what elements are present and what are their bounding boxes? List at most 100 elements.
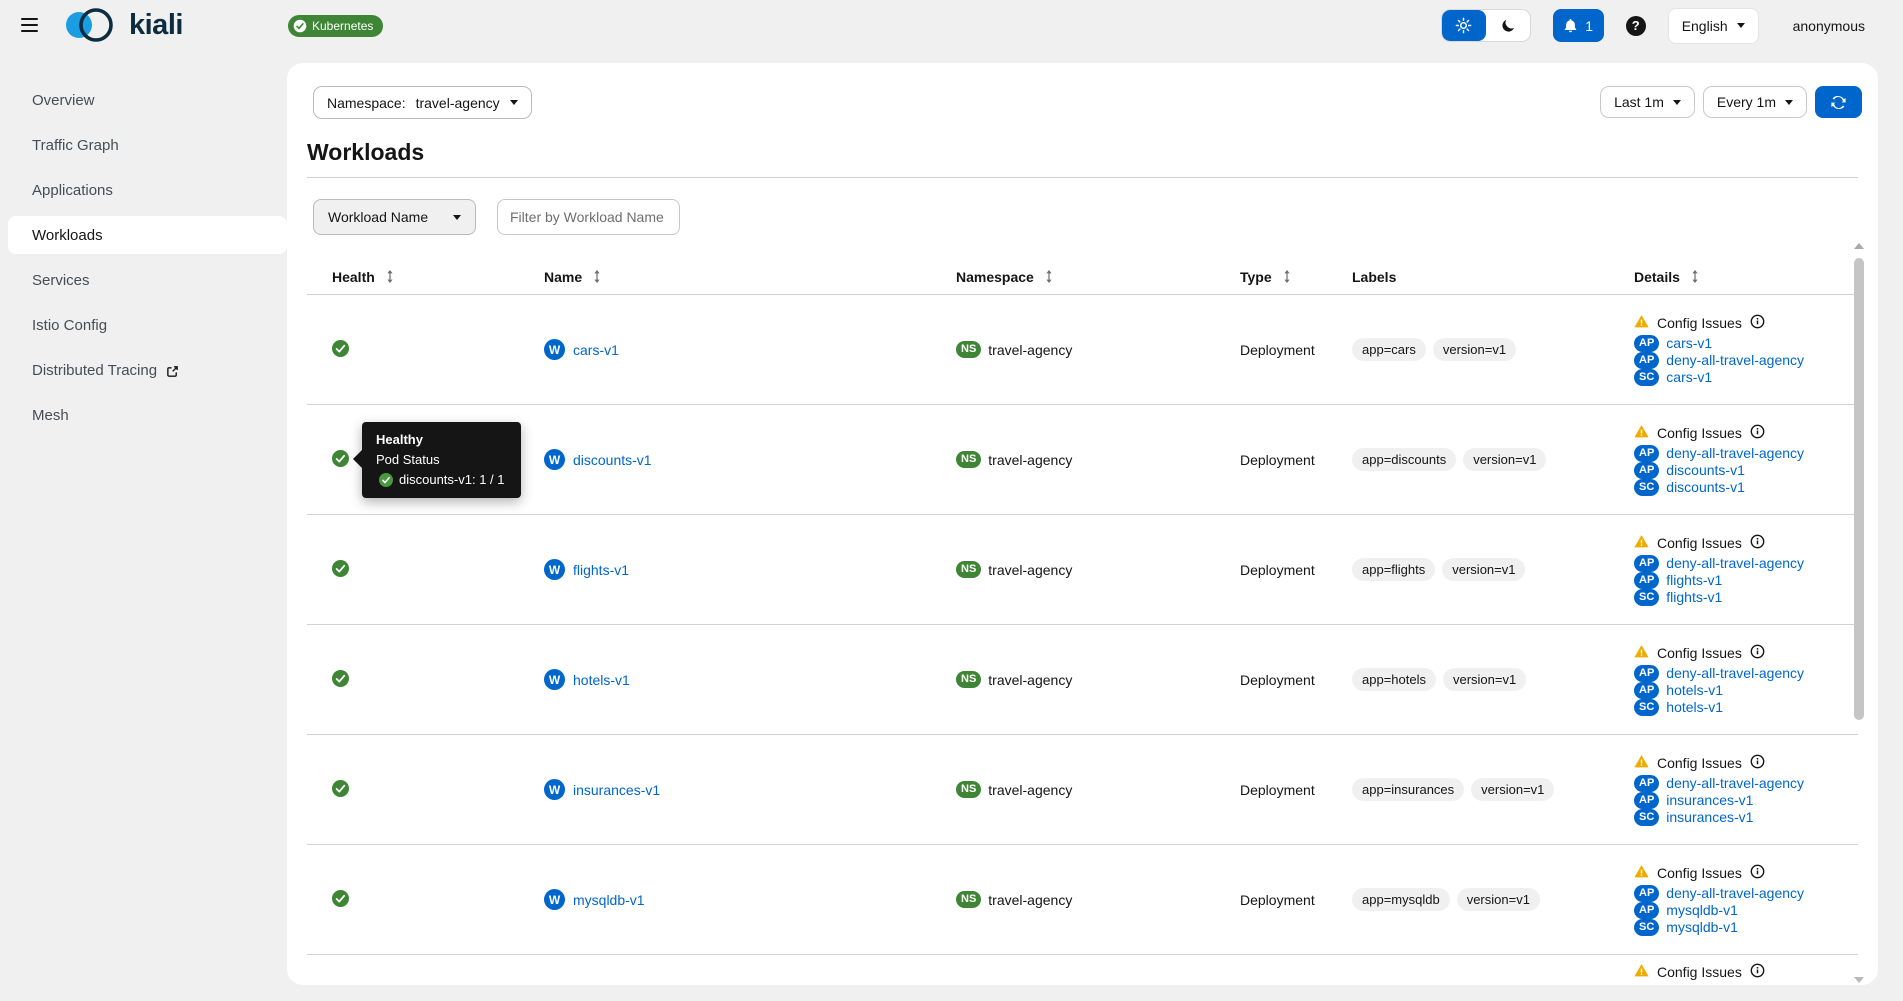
sidebar-item-services[interactable]: Services (8, 261, 287, 299)
config-issues: Config Issues (1634, 754, 1765, 772)
refresh-button[interactable] (1815, 86, 1862, 118)
column-header-name[interactable]: Name (544, 269, 956, 285)
time-range-value: Last 1m (1614, 94, 1664, 110)
info-icon[interactable] (1750, 644, 1765, 662)
sort-icon[interactable] (1045, 270, 1053, 283)
info-icon[interactable] (1750, 754, 1765, 772)
info-icon[interactable] (1750, 424, 1765, 442)
workload-link[interactable]: mysqldb-v1 (573, 892, 645, 908)
istio-object-link[interactable]: mysqldb-v1 (1666, 919, 1738, 935)
istio-object-link[interactable]: flights-v1 (1666, 572, 1722, 588)
sort-icon[interactable] (1691, 270, 1699, 283)
hamburger-menu-icon[interactable] (21, 18, 38, 32)
istio-object-link[interactable]: deny-all-travel-agency (1666, 445, 1804, 461)
time-range-select[interactable]: Last 1m (1600, 86, 1695, 118)
notifications-count: 1 (1585, 18, 1593, 34)
column-header-health[interactable]: Health (307, 269, 544, 285)
sidebar-item-distributed-tracing[interactable]: Distributed Tracing (8, 351, 287, 389)
info-icon[interactable] (1750, 314, 1765, 332)
healthy-icon[interactable] (332, 670, 349, 690)
refresh-interval-select[interactable]: Every 1m (1703, 86, 1807, 118)
tooltip-subtitle: Pod Status (376, 452, 505, 467)
istio-object-link[interactable]: hotels-v1 (1666, 699, 1723, 715)
istio-object-link[interactable]: mysqldb-v1 (1666, 902, 1738, 918)
istio-object-link[interactable]: cars-v1 (1666, 369, 1712, 385)
label-pill: app=insurances (1352, 778, 1464, 801)
workload-link[interactable]: insurances-v1 (573, 782, 660, 798)
healthy-icon[interactable] (332, 340, 349, 360)
istio-object-link[interactable]: deny-all-travel-agency (1666, 885, 1804, 901)
column-header-details[interactable]: Details (1634, 269, 1858, 285)
sort-icon[interactable] (386, 270, 394, 283)
sort-icon[interactable] (593, 270, 601, 283)
sidebar-item-overview[interactable]: Overview (8, 81, 287, 119)
light-theme-button[interactable] (1442, 10, 1486, 41)
sidebar-item-istio-config[interactable]: Istio Config (8, 306, 287, 344)
help-button[interactable]: ? (1626, 16, 1646, 36)
workload-link[interactable]: hotels-v1 (573, 672, 630, 688)
notifications-button[interactable]: 1 (1553, 9, 1604, 42)
name-cell: W flights-v1 (544, 559, 956, 580)
healthy-icon[interactable] (332, 560, 349, 580)
sidebar-item-workloads[interactable]: Workloads (8, 216, 287, 254)
label-pill: app=flights (1352, 558, 1435, 581)
kiali-logo: kiali (62, 5, 183, 45)
filter-field-select[interactable]: Workload Name (313, 199, 476, 235)
sidebar-item-traffic-graph[interactable]: Traffic Graph (8, 126, 287, 164)
healthy-icon[interactable] (332, 890, 349, 910)
column-header-type[interactable]: Type (1240, 269, 1352, 285)
labels-cell: app=flightsversion=v1 (1352, 558, 1634, 581)
details-links: APdeny-all-travel-agencyAPflights-v1SCfl… (1634, 555, 1804, 606)
detail-line: SChotels-v1 (1634, 699, 1804, 716)
istio-object-link[interactable]: insurances-v1 (1666, 809, 1753, 825)
language-select[interactable]: English (1668, 8, 1759, 44)
scroll-down-arrow-icon[interactable] (1854, 977, 1864, 983)
healthy-icon[interactable] (332, 780, 349, 800)
namespace-select[interactable]: Namespace: travel-agency (313, 86, 532, 119)
details-cell: Config Issues APdeny-all-travel-agencyAP… (1634, 424, 1858, 496)
namespace-badge: NS (956, 451, 981, 468)
vertical-scrollbar[interactable] (1852, 243, 1866, 983)
tooltip-status-text: discounts-v1: 1 / 1 (399, 472, 505, 487)
namespace-value: travel-agency (988, 562, 1072, 578)
info-icon[interactable] (1750, 534, 1765, 552)
details-cell: Config Issues APdeny-all-travel-agencyAP… (1634, 754, 1858, 826)
filter-input[interactable] (497, 199, 680, 235)
sidebar-item-applications[interactable]: Applications (8, 171, 287, 209)
dark-theme-button[interactable] (1486, 10, 1530, 41)
istio-object-link[interactable]: deny-all-travel-agency (1666, 555, 1804, 571)
details-links: APdeny-all-travel-agencyAPinsurances-v1S… (1634, 775, 1804, 826)
istio-object-link[interactable]: deny-all-travel-agency (1666, 665, 1804, 681)
istio-object-link[interactable]: deny-all-travel-agency (1666, 775, 1804, 791)
warning-icon (1634, 864, 1649, 882)
config-issues-label: Config Issues (1657, 535, 1742, 551)
istio-object-link[interactable]: deny-all-travel-agency (1666, 352, 1804, 368)
config-issues: Config Issues (1634, 314, 1765, 332)
sort-icon[interactable] (1283, 270, 1291, 283)
workload-link[interactable]: cars-v1 (573, 342, 619, 358)
info-icon[interactable] (1750, 963, 1765, 981)
scrollbar-thumb[interactable] (1854, 258, 1864, 720)
istio-object-link[interactable]: cars-v1 (1666, 335, 1712, 351)
istio-object-link[interactable]: flights-v1 (1666, 589, 1722, 605)
workload-link[interactable]: flights-v1 (573, 562, 629, 578)
istio-object-link[interactable]: insurances-v1 (1666, 792, 1753, 808)
info-icon[interactable] (1750, 864, 1765, 882)
detail-line: APhotels-v1 (1634, 682, 1804, 699)
config-issues-label: Config Issues (1657, 755, 1742, 771)
detail-line: APdeny-all-travel-agency (1634, 352, 1804, 369)
istio-object-link[interactable]: discounts-v1 (1666, 479, 1745, 495)
scroll-up-arrow-icon[interactable] (1854, 243, 1864, 249)
bell-icon (1563, 18, 1578, 33)
healthy-icon[interactable] (332, 450, 349, 470)
sidebar-item-mesh[interactable]: Mesh (8, 396, 287, 434)
istio-object-link[interactable]: hotels-v1 (1666, 682, 1723, 698)
istio-object-badge: AP (1634, 775, 1659, 792)
column-header-namespace[interactable]: Namespace (956, 269, 1240, 285)
istio-object-link[interactable]: discounts-v1 (1666, 462, 1745, 478)
workload-link[interactable]: discounts-v1 (573, 452, 652, 468)
type-cell: Deployment (1240, 672, 1352, 688)
labels-cell: app=carsversion=v1 (1352, 338, 1634, 361)
workload-badge: W (544, 889, 565, 910)
column-header-labels[interactable]: Labels (1352, 269, 1634, 285)
